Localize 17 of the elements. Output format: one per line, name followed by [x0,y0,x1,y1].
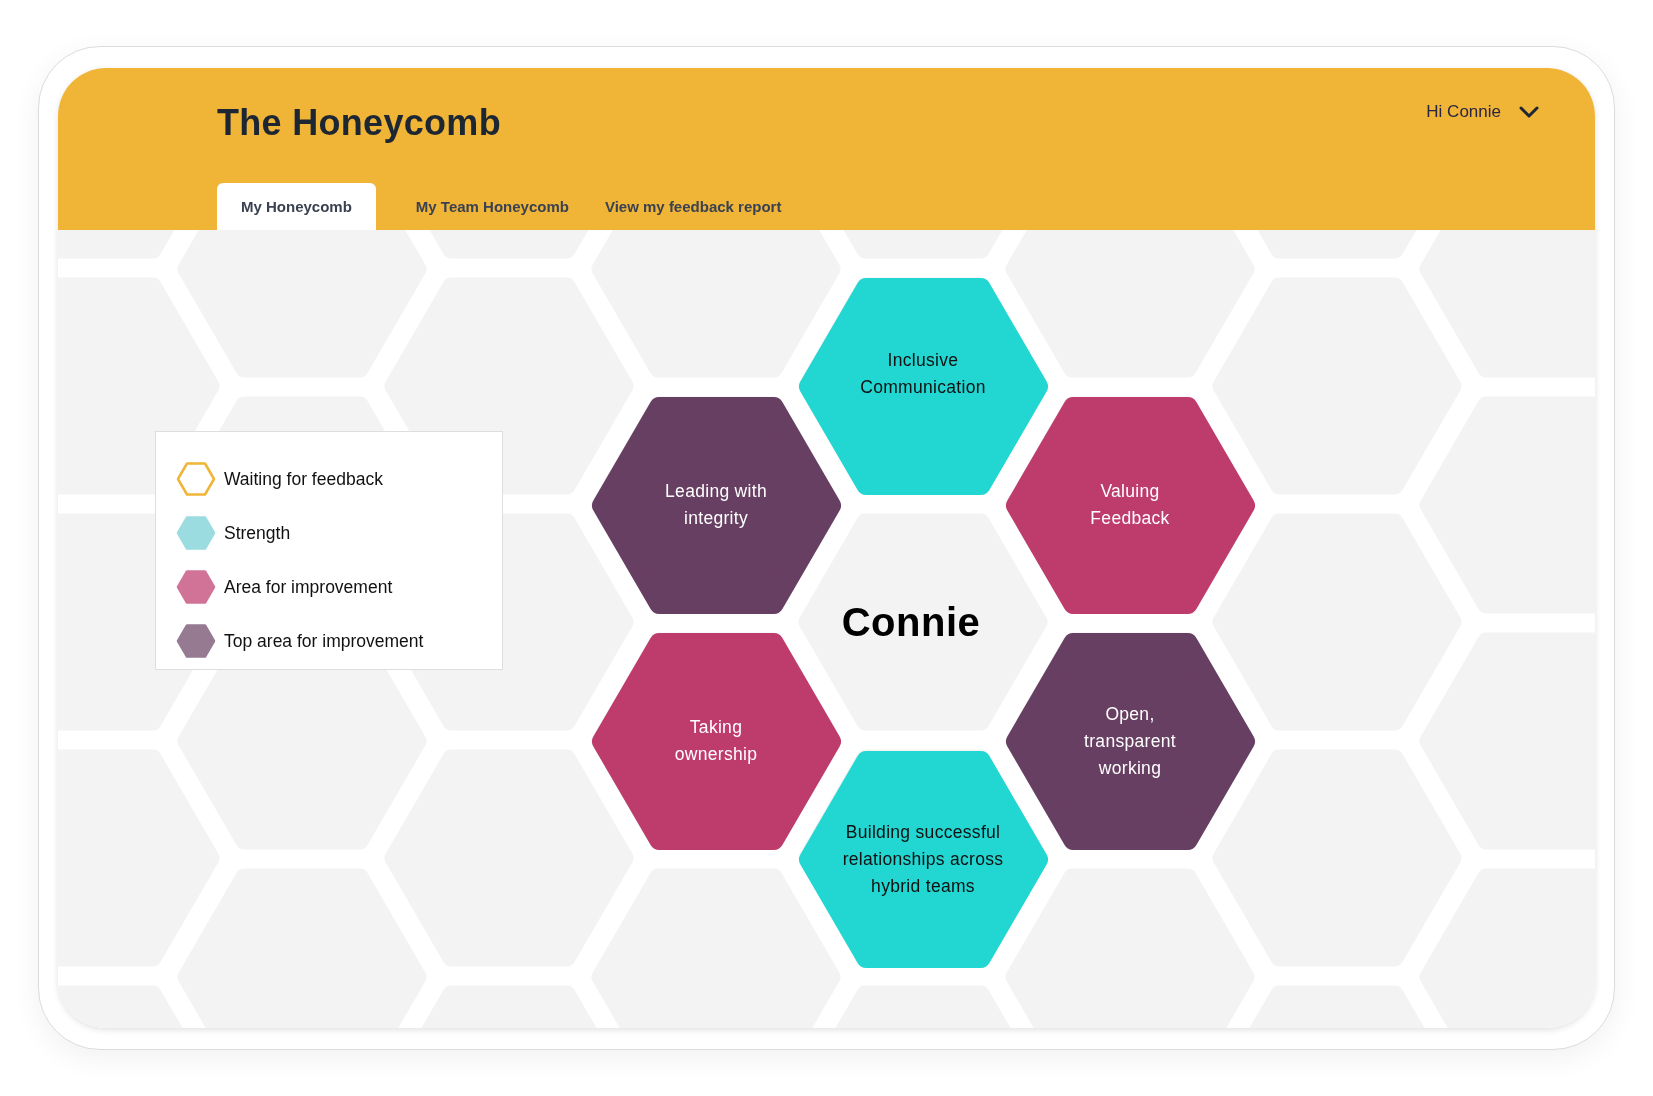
legend-label: Area for improvement [224,576,393,598]
legend-label: Waiting for feedback [224,468,383,490]
competency-hexagon[interactable]: Leading with integrity [590,396,842,614]
app-title: The Honeycomb [217,102,501,144]
competency-hexagon[interactable]: Taking ownership [590,632,842,850]
nav-tab[interactable]: View my feedback report [586,183,800,230]
person-name: Connie [841,599,981,645]
competency-hexagon[interactable]: Valuing Feedback [1004,396,1256,614]
nav-tab[interactable]: My Honeycomb [217,183,376,230]
competency-hexagon[interactable]: Inclusive Communication [797,277,1049,495]
legend-label: Strength [224,522,291,544]
competency-hexagon[interactable]: Building successful relationships across hybrid teams [797,750,1049,968]
legend-label: Top area for improvement [224,630,424,652]
chevron-down-icon [1519,105,1539,119]
user-menu-button[interactable]: Hi Connie [1426,102,1539,122]
nav-tab[interactable]: My Team Honeycomb [397,183,587,230]
competency-hexagon[interactable]: Open, transparent working [1004,632,1256,850]
